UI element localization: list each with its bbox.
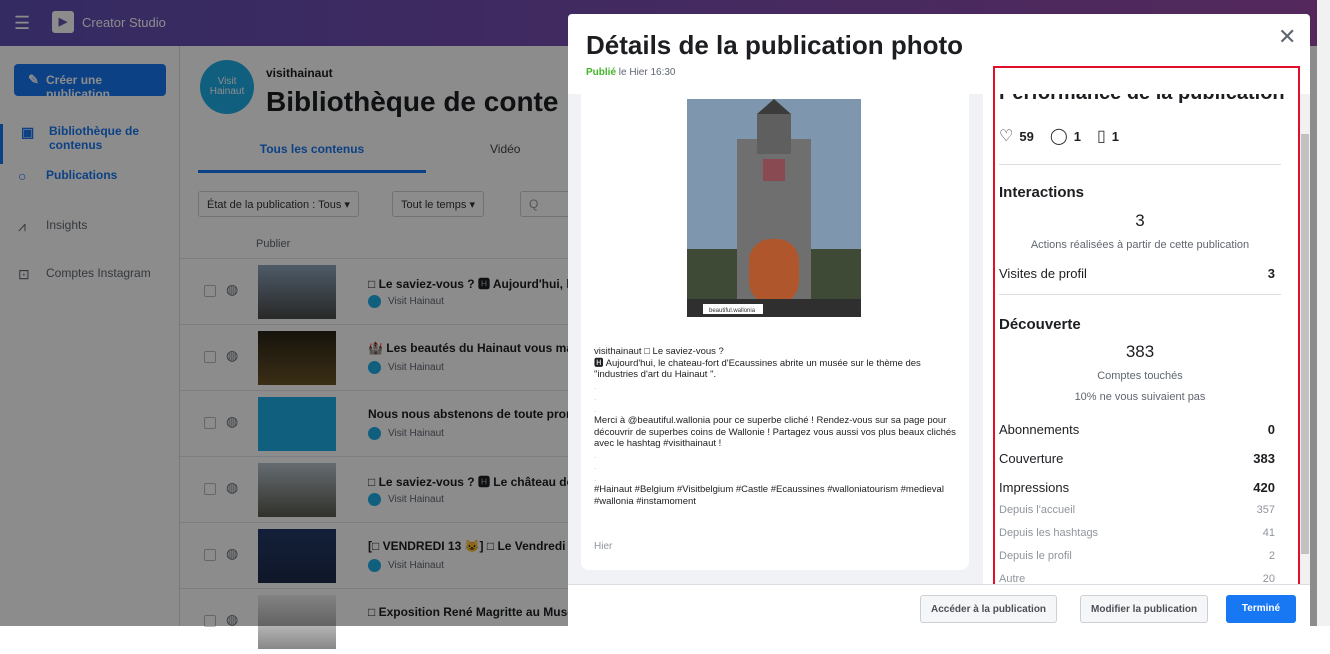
publish-time: le Hier 16:30: [618, 67, 676, 78]
caption-line: .: [594, 392, 597, 403]
caption-line: .: [594, 380, 597, 392]
caption-line: #Hainaut #Belgium #Visitbelgium #Castle …: [594, 484, 944, 507]
caption-line: .: [594, 472, 597, 484]
post-card: beautiful.wallonia visithainaut □ Le sav…: [581, 94, 969, 570]
castle-image: beautiful.wallonia: [687, 99, 861, 317]
page-scrollbar[interactable]: [1317, 0, 1330, 626]
caption-line: 🅷 Aujourd'hui, le chateau-fort d'Ecaussi…: [594, 357, 921, 381]
post-preview-pane: beautiful.wallonia visithainaut □ Le sav…: [568, 94, 983, 584]
caption-time: Hier: [594, 541, 613, 552]
post-caption: visithainaut □ Le saviez-vous ? 🅷 Aujour…: [594, 346, 959, 507]
caption-line: .: [594, 403, 597, 415]
caption-line: visithainaut □ Le saviez-vous ?: [594, 346, 724, 357]
done-button[interactable]: Terminé: [1226, 595, 1296, 623]
close-icon[interactable]: ✕: [1278, 24, 1296, 50]
photo-credit: beautiful.wallonia: [709, 308, 756, 314]
caption-line: .: [594, 461, 597, 472]
highlight-box: [993, 66, 1300, 591]
view-post-button[interactable]: Accéder à la publication: [920, 595, 1058, 623]
status-published: Publié: [586, 67, 617, 78]
dialog-title: Détails de la publication photo: [586, 30, 964, 60]
post-details-dialog: Détails de la publication photo Publié l…: [568, 14, 1310, 626]
caption-line: .: [594, 449, 597, 461]
post-photo: beautiful.wallonia: [687, 99, 861, 317]
performance-scrollbar[interactable]: [1300, 94, 1310, 584]
edit-post-button[interactable]: Modifier la publication: [1080, 595, 1209, 623]
scrollbar-thumb[interactable]: [1301, 134, 1309, 554]
publish-status: Publié le Hier 16:30: [586, 67, 676, 78]
caption-line: Merci à @beautiful.wallonia pour ce supe…: [594, 415, 956, 449]
dialog-footer: Accéder à la publication Modifier la pub…: [568, 584, 1310, 626]
